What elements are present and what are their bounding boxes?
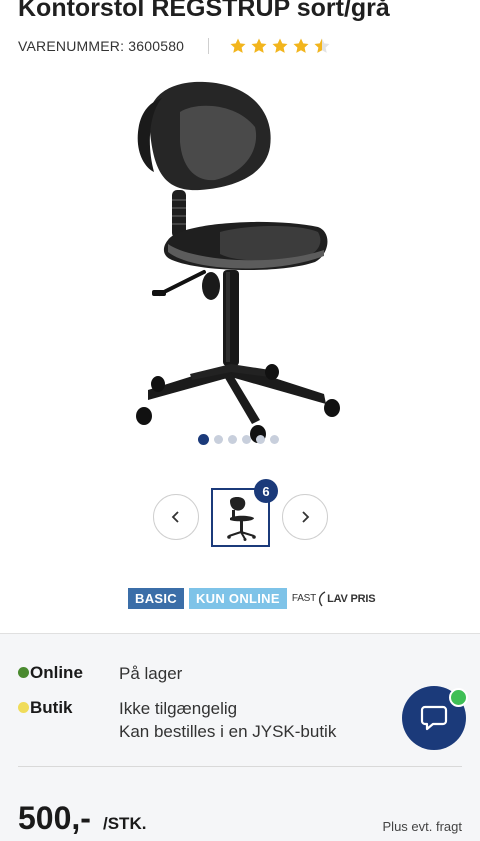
gallery-prev-button[interactable] [153,494,199,540]
carousel-dot[interactable] [242,435,251,444]
status-dot-green-icon [18,667,29,678]
online-label: Online [30,663,83,682]
online-status: På lager [119,664,183,683]
meta-divider [208,38,210,54]
online-only-badge: KUN ONLINE [188,588,287,609]
carousel-dot[interactable] [256,435,265,444]
star-half-icon [314,38,330,53]
star-full-icon [251,38,267,53]
carousel-dot[interactable] [198,434,209,445]
office-chair-image[interactable] [120,72,360,444]
product-meta: VARENUMMER: 3600580 [18,36,334,56]
product-title: Kontorstol REGSTRUP sort/grå [18,0,390,22]
lavpris-word: LAV PRIS [327,592,376,605]
chevron-right-icon [302,511,310,523]
stock-row-online [18,662,29,678]
gallery-next-button[interactable] [282,494,328,540]
product-badges: BASIC KUN ONLINE FAST LAV PRIS [128,588,376,609]
price-unit: /STK. [103,814,147,833]
star-full-icon [272,38,288,53]
chat-bubble-icon [420,705,448,731]
status-dot-yellow-icon [18,702,29,713]
basic-badge: BASIC [128,588,184,609]
chevron-left-icon [171,511,179,523]
store-status: Ikke tilgængelig [119,699,238,718]
carousel-dot[interactable] [228,435,237,444]
carousel-dot[interactable] [214,435,223,444]
carousel-dot[interactable] [270,435,279,444]
price-amount: 500,- [18,800,91,836]
rating-stars[interactable] [229,37,334,55]
stock-row-store [18,697,29,713]
fast-lavpris-badge: FAST LAV PRIS [291,590,376,607]
carousel-dots[interactable] [198,434,284,445]
chat-online-indicator [449,688,468,707]
store-order-note: Kan bestilles i en JYSK-butik [119,722,337,741]
price-divider [18,766,462,767]
office-chair-thumb-icon [226,496,256,541]
swoosh-icon [318,590,326,606]
star-full-icon [230,38,246,53]
sku-number: VARENUMMER: 3600580 [18,38,185,54]
store-label: Butik [30,698,73,717]
thumbnail-count-badge: 6 [254,479,278,503]
star-full-icon [293,38,309,53]
freight-note: Plus evt. fragt [382,819,462,834]
fast-word: FAST [291,593,317,604]
